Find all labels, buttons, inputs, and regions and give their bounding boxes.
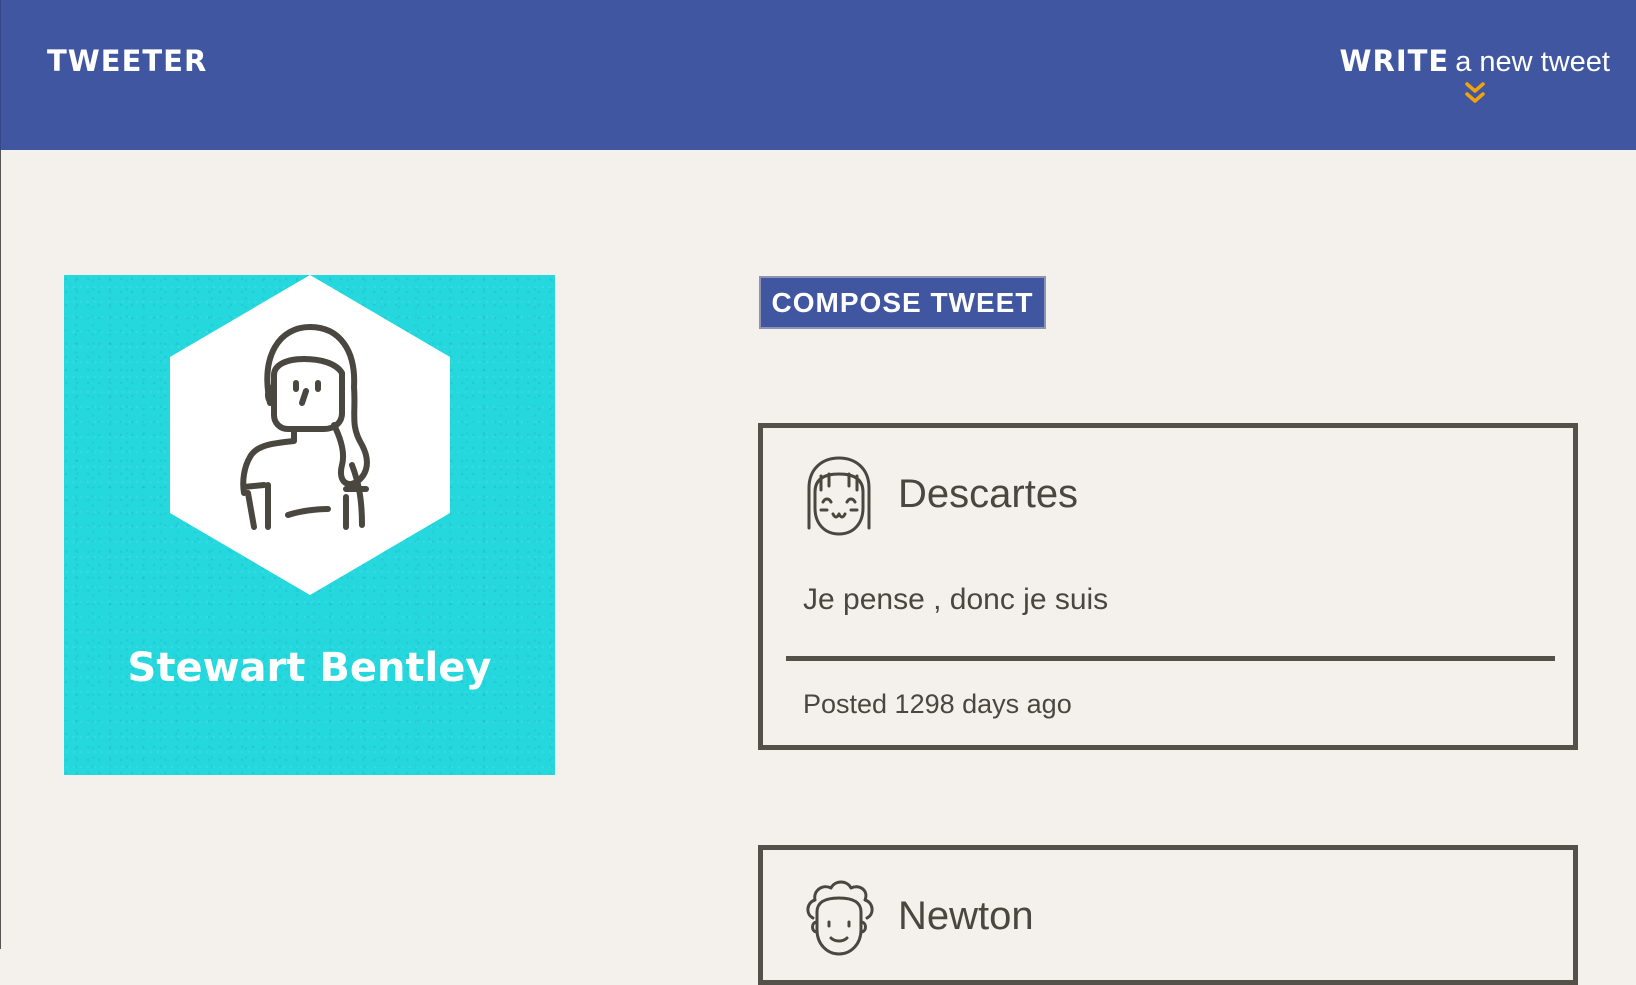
profile-name: Stewart Bentley	[127, 645, 492, 691]
tweet-timestamp: Posted 1298 days ago	[803, 689, 1072, 719]
tweet-divider	[786, 656, 1555, 661]
write-label: WRITE	[1339, 44, 1450, 78]
navbar: TWEETER WRITE a new tweet	[0, 0, 1636, 150]
double-chevron-down-icon[interactable]	[1464, 81, 1486, 107]
write-subtitle: a new tweet	[1455, 46, 1610, 78]
tweet-author: Newton	[898, 894, 1034, 938]
profile-avatar	[170, 275, 450, 595]
page-border	[0, 150, 1, 949]
compose-tweet-button[interactable]: COMPOSE TWEET	[759, 276, 1046, 329]
write-new-tweet-link[interactable]: WRITE a new tweet	[1340, 44, 1610, 107]
tweet-author: Descartes	[898, 472, 1079, 516]
tweet-card: Newton	[758, 845, 1578, 985]
brand-logo[interactable]: TWEETER	[47, 44, 207, 78]
smiling-girl-avatar-icon	[807, 456, 871, 536]
tweet-card: Descartes Je pense , donc je suis Posted…	[758, 423, 1578, 750]
tweet-content: Je pense , donc je suis	[803, 583, 1109, 616]
profile-card: Stewart Bentley	[64, 275, 555, 775]
curly-hair-avatar-icon	[806, 880, 874, 956]
